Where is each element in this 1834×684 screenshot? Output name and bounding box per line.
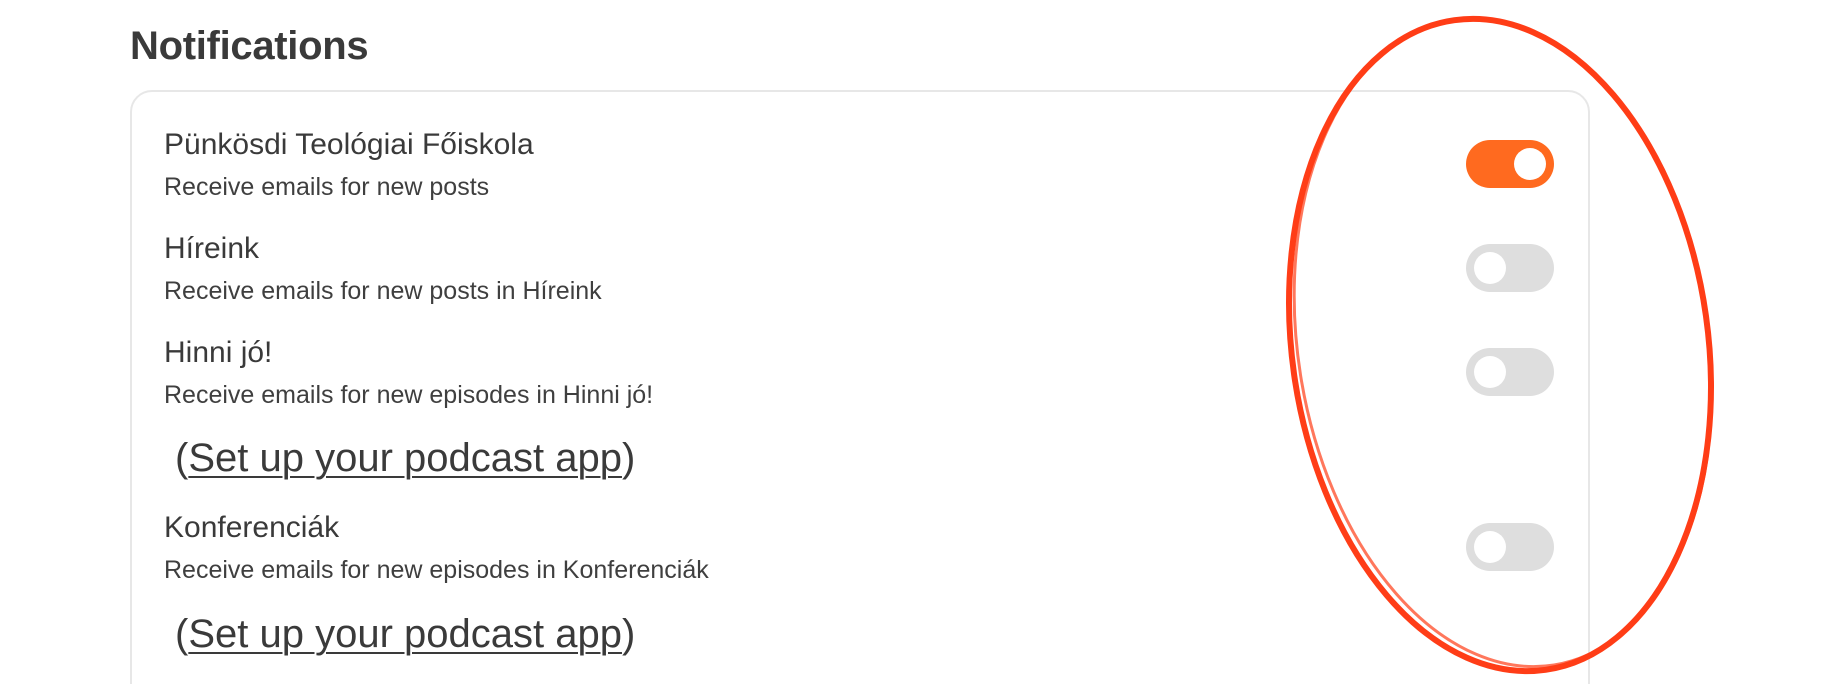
notification-toggle-hireink[interactable] bbox=[1466, 244, 1554, 292]
toggle-knob bbox=[1474, 252, 1506, 284]
notification-title-hireink: Híreink bbox=[164, 232, 260, 265]
notification-toggle-ptf[interactable] bbox=[1466, 140, 1554, 188]
podcast-app-link-container-hinni-jo: (Set up your podcast app) bbox=[175, 436, 636, 480]
toggle-knob bbox=[1514, 148, 1546, 180]
toggle-knob bbox=[1474, 531, 1506, 563]
podcast-app-link-container-konferenciak: (Set up your podcast app) bbox=[175, 612, 636, 656]
notification-title-konferenciak: Konferenciák bbox=[164, 511, 340, 544]
notification-toggle-hinni-jo[interactable] bbox=[1466, 348, 1554, 396]
notification-description-hinni-jo: Receive emails for new episodes in Hinni… bbox=[164, 381, 654, 409]
page-title: Notifications bbox=[130, 24, 369, 68]
notification-title-hinni-jo: Hinni jó! bbox=[164, 336, 273, 369]
podcast-app-link-konferenciak[interactable]: Set up your podcast app bbox=[188, 612, 622, 656]
notification-title-ptf: Pünkösdi Teológiai Főiskola bbox=[164, 128, 534, 161]
notification-description-konferenciak: Receive emails for new episodes in Konfe… bbox=[164, 556, 709, 584]
podcast-app-link-hinni-jo[interactable]: Set up your podcast app bbox=[188, 436, 622, 480]
notification-description-hireink: Receive emails for new posts in Híreink bbox=[164, 277, 602, 305]
notification-description-ptf: Receive emails for new posts bbox=[164, 173, 490, 201]
notification-toggle-konferenciak[interactable] bbox=[1466, 523, 1554, 571]
toggle-knob bbox=[1474, 356, 1506, 388]
